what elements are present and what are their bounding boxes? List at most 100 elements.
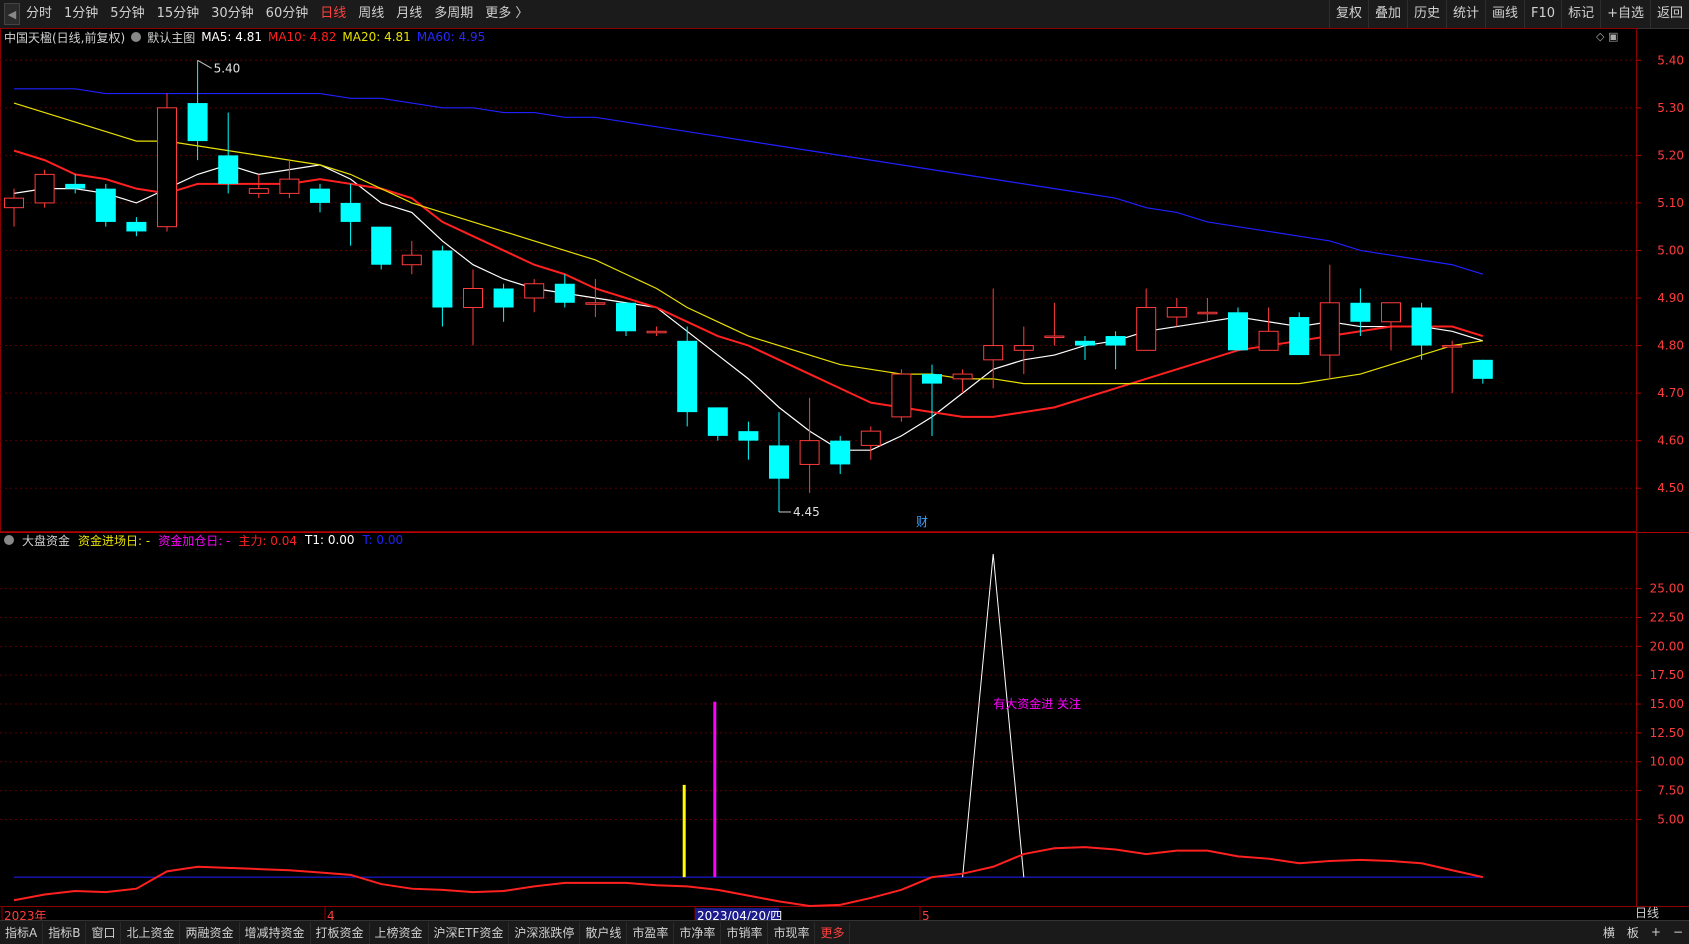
left-arrow-icon[interactable]: ◀ [4, 3, 20, 25]
period-tab[interactable]: 更多 〉 [479, 0, 534, 28]
toolbar-button[interactable]: 叠加 [1367, 0, 1407, 28]
candle-body [1442, 345, 1463, 348]
main-y-tick-label: 5.10 [1657, 196, 1684, 210]
sub-y-tick-label: 20.00 [1650, 639, 1684, 653]
toolbar-button[interactable]: +自选 [1600, 0, 1650, 28]
candle-body [1381, 302, 1401, 323]
candle-body [983, 345, 1004, 361]
candle-body [1166, 307, 1187, 318]
sub-y-tick-label: 7.50 [1657, 784, 1684, 798]
sub-y-tick-label: 25.00 [1650, 582, 1684, 596]
bottom-control[interactable]: + [1645, 925, 1667, 939]
x-axis-label: 4 [327, 909, 335, 920]
indicator-tab[interactable]: 市销率 [721, 921, 769, 944]
candle-body [1289, 317, 1310, 356]
candle-body [218, 155, 239, 184]
sub-y-tick-label: 5.00 [1657, 812, 1684, 826]
candle-body [1105, 336, 1126, 346]
indicator-tab[interactable]: 指标B [43, 921, 87, 944]
period-tabs: ◀ 分时 1分钟 5分钟 15分钟 30分钟 60分钟 日线 周线 月线 多周期 更多 〉 [0, 0, 534, 28]
low-label: 4.45 [793, 505, 820, 519]
indicator-tab[interactable]: 市净率 [674, 921, 722, 944]
candle-body [677, 340, 698, 413]
candle-body [1258, 330, 1279, 351]
toolbar-button[interactable]: F10 [1524, 0, 1561, 28]
indicator-tab-bar: 指标A 指标B 窗口 北上资金 两融资金 增减持资金 打板资金 上榜资金 沪深ETF资金 沪深涨跌… [0, 920, 1689, 944]
toolbar-button[interactable]: 复权 [1328, 0, 1368, 28]
period-tab[interactable]: 分时 [20, 0, 58, 28]
indicator-tab[interactable]: 打板资金 [311, 921, 370, 944]
kline-chart[interactable]: 5.40 5.30 5.20 5.10 5.00 4.90 4.80 4.70 4.60 4.50… [0, 28, 1689, 920]
indicator-tab[interactable]: 更多 [815, 921, 851, 944]
candle-body [524, 283, 545, 299]
candle-body [769, 445, 789, 479]
ma-line-ma5 [13, 164, 1483, 451]
sub-y-tick-label: 12.50 [1650, 726, 1684, 740]
candle-body [279, 178, 300, 194]
indicator-tab[interactable]: 北上资金 [121, 921, 181, 944]
period-tab[interactable]: 60分钟 [260, 0, 315, 28]
period-tab[interactable]: 日线 [314, 0, 352, 28]
toolbar-button[interactable]: 返回 [1649, 0, 1689, 28]
candle-body [1350, 302, 1371, 322]
main-y-tick-label: 4.80 [1657, 339, 1684, 353]
main-y-tick-label: 4.60 [1657, 434, 1684, 448]
top-toolbar: ◀ 分时 1分钟 5分钟 15分钟 30分钟 60分钟 日线 周线 月线 多周期 更多 〉 复权 叠加… [0, 0, 1689, 29]
period-tab[interactable]: 15分钟 [151, 0, 206, 28]
candle-body [1044, 335, 1065, 339]
candle-body [463, 288, 483, 309]
main-y-tick-label: 4.70 [1657, 386, 1684, 400]
indicator-tab[interactable]: 散户线 [580, 921, 628, 944]
candle-body [432, 250, 453, 308]
candle-body [891, 373, 912, 418]
bottom-control[interactable]: − [1667, 925, 1689, 939]
x-axis-label: 2023年 [4, 909, 47, 920]
indicator-tab[interactable]: 沪深涨跌停 [509, 921, 581, 944]
indicator-tab[interactable]: 上榜资金 [370, 921, 429, 944]
sub-y-tick-label: 17.50 [1650, 668, 1684, 682]
candle-body [952, 373, 973, 380]
candle-body [1411, 307, 1432, 346]
indicator-tab[interactable]: 指标A [0, 921, 44, 944]
candle-body [4, 197, 24, 209]
x-axis-label: 5 [922, 909, 930, 920]
candle-body [371, 226, 392, 265]
toolbar-buttons: 复权 叠加 历史 统计 画线 F10 标记 +自选 返回 [1328, 0, 1689, 28]
sub-y-tick-label: 15.00 [1650, 697, 1684, 711]
bottom-control[interactable]: 横 [1597, 924, 1621, 941]
indicator-tab[interactable]: 增减持资金 [240, 921, 311, 944]
indicator-tab[interactable]: 窗口 [86, 921, 122, 944]
candle-body [310, 188, 330, 203]
indicator-tab[interactable]: 沪深ETF资金 [429, 921, 510, 944]
bottom-control[interactable]: 板 [1621, 924, 1645, 941]
period-tab[interactable]: 周线 [352, 0, 390, 28]
fund-spike [962, 553, 1025, 878]
candle-body [248, 188, 269, 194]
candle-body [830, 440, 851, 465]
candle-body [187, 103, 208, 142]
candle-body [554, 283, 575, 303]
candle-body [1136, 307, 1157, 351]
period-tab[interactable]: 月线 [390, 0, 428, 28]
indicator-tab[interactable]: 两融资金 [180, 921, 240, 944]
candle-body [34, 173, 55, 204]
candle-body [738, 431, 759, 441]
indicator-tab[interactable]: 市盈率 [627, 921, 675, 944]
period-tab[interactable]: 1分钟 [58, 0, 104, 28]
candle-body [707, 407, 728, 436]
main-y-tick-label: 5.20 [1657, 148, 1684, 162]
toolbar-button[interactable]: 历史 [1406, 0, 1446, 28]
period-label[interactable]: 日线 [1635, 904, 1659, 921]
candle-body [616, 302, 636, 332]
candle-body [585, 302, 606, 305]
toolbar-button[interactable]: 标记 [1561, 0, 1600, 28]
candle-body [922, 374, 942, 384]
toolbar-button[interactable]: 统计 [1446, 0, 1485, 28]
period-tab[interactable]: 多周期 [428, 0, 479, 28]
toolbar-button[interactable]: 画线 [1485, 0, 1524, 28]
indicator-tab[interactable]: 市现率 [768, 921, 816, 944]
sub-y-tick-label: 22.50 [1650, 610, 1684, 624]
candle-body [1228, 312, 1248, 351]
period-tab[interactable]: 30分钟 [205, 0, 260, 28]
period-tab[interactable]: 5分钟 [104, 0, 150, 28]
